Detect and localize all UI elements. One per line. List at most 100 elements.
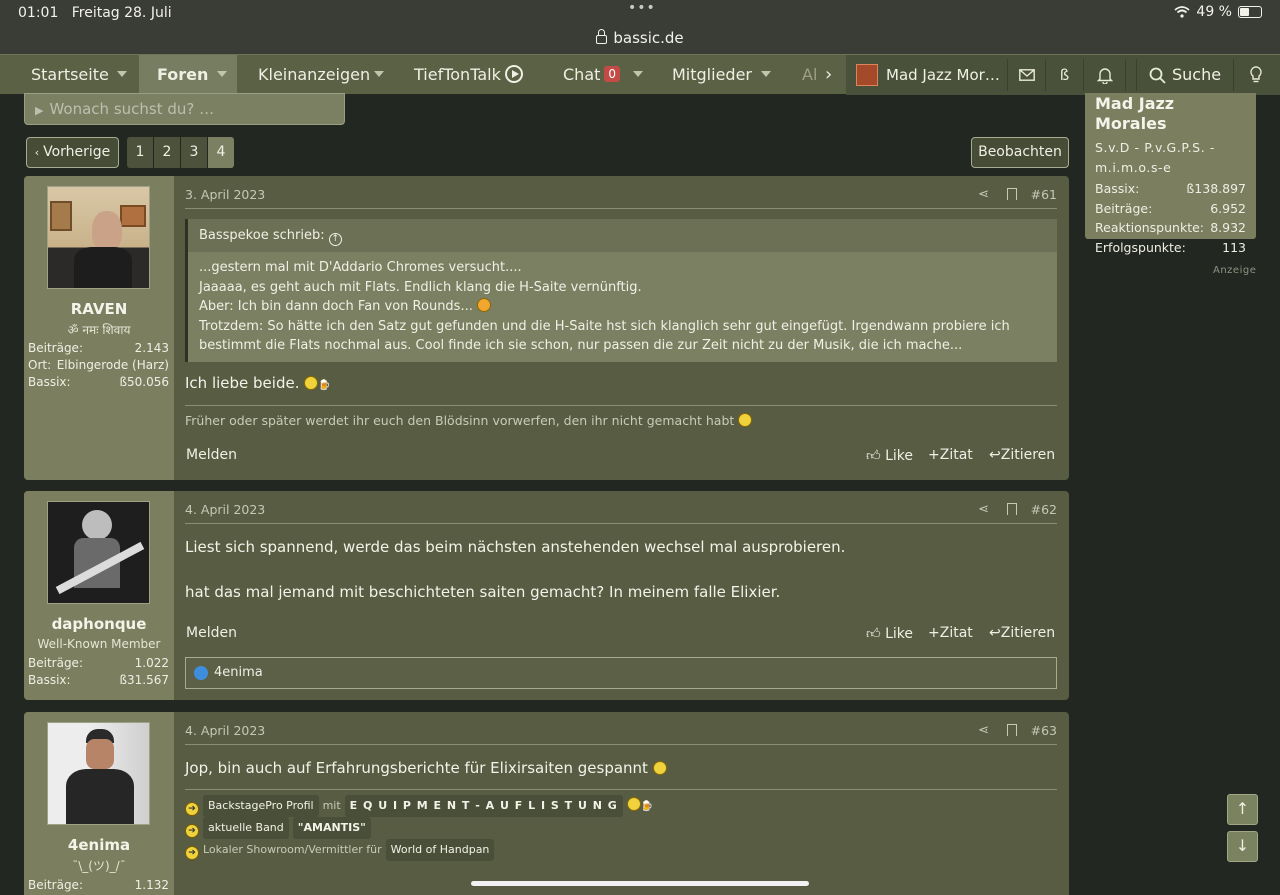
style-toggle-button[interactable] [1234,59,1280,91]
share-icon[interactable]: ⋖ [978,187,989,202]
post-header: 3. April 2023 ⋖ #61 [185,187,1057,209]
band-link[interactable]: "AMANTIS" [292,817,371,839]
arrow-right-icon: ➔ [185,846,199,860]
multiquote-button[interactable]: +Zitat [928,625,973,641]
browser-status-bar: 01:01 Freitag 28. Juli ••• bassic.de 49 … [0,0,1280,54]
post-date[interactable]: 4. April 2023 [185,502,265,517]
nav-startseite[interactable]: Startseite [31,55,109,95]
nav-tieftontalk[interactable]: TiefTonTalk [414,55,523,95]
search-button[interactable]: Suche [1136,59,1234,91]
multiquote-button[interactable]: +Zitat [928,447,973,463]
battery-indicator: 49 % [1174,4,1262,20]
avatar[interactable] [47,186,150,289]
status-time: 01:01 Freitag 28. Juli [18,5,172,21]
arrow-right-icon: ➔ [185,802,199,816]
post-username[interactable]: 4enima [24,836,174,854]
chat-count-badge: 0 [604,66,621,82]
like-button[interactable]: 👍︎ Like [866,625,913,642]
post-number[interactable]: #62 [1031,502,1057,517]
reply-button[interactable]: ↩Zitieren [989,447,1055,463]
address-bar[interactable]: bassic.de [0,29,1280,47]
nav-more[interactable]: Al [802,55,817,95]
avatar[interactable] [47,501,150,604]
post-number[interactable]: #63 [1031,723,1057,738]
band-label: aktuelle Band [202,817,289,839]
more-dots-icon[interactable]: ••• [628,0,656,16]
bookmark-icon[interactable] [1007,503,1017,515]
avatar[interactable] [47,722,150,825]
signature: ➔ BackstagePro Profil mit E Q U I P M E … [185,789,1057,861]
wifi-icon [1174,6,1191,18]
grin-smiley-icon [652,761,667,775]
search-icon [1149,67,1166,84]
page-1[interactable]: 1 [127,137,153,168]
nav-chat[interactable]: Chat 0 [563,55,621,95]
share-icon[interactable]: ⋖ [978,502,989,517]
post-date[interactable]: 3. April 2023 [185,187,265,202]
thumbs-up-icon: 👍︎ [866,626,881,642]
alerts-button[interactable] [1084,59,1126,91]
main-nav: Startseite Foren Kleinanzeigen TiefTonTa… [0,54,1280,95]
chevron-down-icon[interactable] [217,71,227,77]
page-2[interactable]: 2 [154,137,180,168]
quote-header[interactable]: Basspekoe schrieb: ↑ [188,219,1057,252]
post-user-sidebar: daphonque Well-Known Member Beiträge: 1.0… [24,491,174,700]
smiley-icon [304,376,319,390]
chevron-down-icon[interactable] [761,71,771,77]
member-stat: Erfolgspunkte: 113 [1095,239,1246,255]
reactions-bar[interactable]: 4enima [185,657,1057,689]
search-input[interactable]: ▶ Wonach suchst du? … [24,93,345,125]
report-button[interactable]: Melden [186,447,237,463]
post-username[interactable]: daphonque [24,615,174,633]
smiley-icon [626,797,641,811]
post-text: hat das mal jemand mit beschichteten sai… [185,583,781,601]
share-icon[interactable]: ⋖ [978,723,989,738]
watch-button[interactable]: Beobachten [971,137,1069,168]
chevron-down-icon[interactable] [374,71,384,77]
user-stat: Bassix: ß31.567 [28,673,169,687]
post-date[interactable]: 4. April 2023 [185,723,265,738]
backstagepro-link[interactable]: BackstagePro Profil [202,795,319,817]
account-menu[interactable]: Mad Jazz Mor… [850,59,1008,91]
post-header: 4. April 2023 ⋖ #63 [185,723,1057,745]
page-3[interactable]: 3 [181,137,207,168]
member-stat: Beiträge: 6.952 [1095,200,1246,216]
account-name: Mad Jazz Mor… [886,66,1000,84]
post-user-sidebar: 4enima ¯\_(ツ)_/¯ Beiträge: 1.132 [24,712,174,895]
user-title: ¯\_(ツ)_/¯ [72,859,126,873]
bookmark-icon[interactable] [1007,724,1017,736]
lock-icon [596,29,608,44]
nav-mitglieder[interactable]: Mitglieder [672,55,752,95]
chevron-down-icon[interactable] [633,71,643,77]
scroll-bottom-button[interactable]: ↓ [1227,831,1258,862]
reply-button[interactable]: ↩Zitieren [989,625,1055,641]
post-username[interactable]: RAVEN [24,300,174,318]
beer-icon: 🍺 [640,801,654,812]
post-61: RAVEN ॐ नमः शिवाय Beiträge: 2.143 Ort: Elb… [24,176,1069,480]
search-label: Suche [1172,65,1222,84]
signature: Früher oder später werdet ihr euch den B… [185,405,1057,428]
bookmark-icon[interactable] [1007,188,1017,200]
like-button[interactable]: 👍︎ Like [866,447,913,464]
home-indicator[interactable] [471,881,809,886]
nav-kleinanzeigen[interactable]: Kleinanzeigen [258,55,370,95]
page-4-current[interactable]: 4 [208,137,234,168]
equipment-link[interactable]: E Q U I P M E N T - A U F L I S T U N G [344,795,623,817]
report-button[interactable]: Melden [186,625,237,641]
user-nav: Mad Jazz Mor… ß Suche [846,55,1280,95]
quote-body: ...gestern mal mit D'Addario Chromes ver… [199,260,1010,353]
inbox-button[interactable] [1008,59,1046,91]
chevron-down-icon[interactable] [117,71,127,77]
scroll-top-button[interactable]: ↑ [1227,794,1258,825]
handpan-link[interactable]: World of Handpan [385,839,495,861]
bassix-button[interactable]: ß [1046,59,1084,91]
caret-right-icon: ▶ [35,104,44,117]
arrow-right-icon: ➔ [185,824,199,838]
prev-page-button[interactable]: ‹ Vorherige [26,137,119,168]
bell-icon [1097,68,1113,84]
reply-icon: ↩ [989,447,1001,463]
user-stat: Beiträge: 2.143 [28,341,169,355]
post-number[interactable]: #61 [1031,187,1057,202]
quote-block: Basspekoe schrieb: ↑ ...gestern mal mit … [185,219,1057,362]
chevron-right-icon[interactable]: › [825,55,832,95]
